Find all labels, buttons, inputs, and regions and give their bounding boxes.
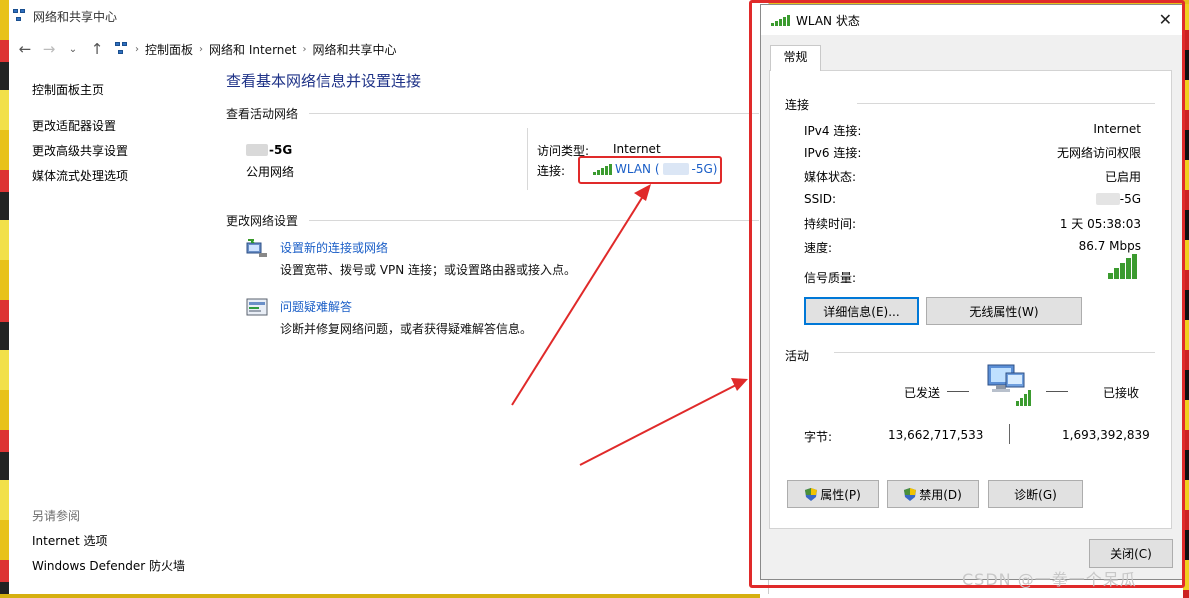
- network-name: -5G: [246, 143, 292, 157]
- access-type-value: Internet: [613, 142, 661, 156]
- sidebar-item-advanced-sharing[interactable]: 更改高级共享设置: [32, 141, 212, 166]
- recent-dropdown-icon[interactable]: ⌄: [63, 44, 83, 55]
- divider: [527, 128, 528, 190]
- network-setup-icon: [246, 239, 267, 257]
- breadcrumb-network-internet[interactable]: 网络和 Internet: [209, 41, 296, 58]
- redacted-ssid: [246, 144, 268, 156]
- watermark: CSDN @一拳一个呆瓜: [962, 570, 1137, 589]
- troubleshoot-icon: [246, 298, 268, 316]
- network-center-icon: [13, 9, 27, 23]
- breadcrumb-separator-icon: ›: [135, 43, 139, 55]
- troubleshoot-desc: 诊断并修复网络问题，或者获得疑难解答信息。: [280, 322, 533, 336]
- breadcrumb-network-sharing-center[interactable]: 网络和共享中心: [312, 41, 396, 58]
- back-arrow-icon[interactable]: ←: [15, 40, 35, 58]
- troubleshoot-link[interactable]: 问题疑难解答: [280, 298, 352, 315]
- sidebar-item-control-panel-home[interactable]: 控制面板主页: [32, 80, 212, 105]
- annotation-dialog-box: [749, 0, 1185, 588]
- breadcrumb-separator-icon: ›: [302, 43, 307, 55]
- breadcrumb-separator-icon: ›: [199, 43, 204, 55]
- see-also-internet-options[interactable]: Internet 选项: [32, 531, 185, 556]
- connection-label: 连接:: [537, 164, 566, 178]
- breadcrumb: › 控制面板 › 网络和 Internet › 网络和共享中心: [115, 41, 397, 58]
- see-also-firewall[interactable]: Windows Defender 防火墙: [32, 556, 185, 581]
- see-also-section: 另请参阅 Internet 选项 Windows Defender 防火墙: [32, 506, 185, 581]
- change-settings-header: 更改网络设置: [226, 214, 299, 228]
- setup-new-connection-link[interactable]: 设置新的连接或网络: [280, 239, 388, 256]
- forward-arrow-icon[interactable]: →: [39, 40, 59, 58]
- page-title: 查看基本网络信息并设置连接: [226, 72, 422, 90]
- tab-general[interactable]: 常规: [770, 45, 821, 71]
- sidebar-item-media-streaming[interactable]: 媒体流式处理选项: [32, 166, 212, 191]
- control-panel-icon: [115, 42, 129, 56]
- annotation-highlight-box: [578, 156, 722, 184]
- sidebar: 控制面板主页 更改适配器设置 更改高级共享设置 媒体流式处理选项: [32, 80, 212, 191]
- up-arrow-icon[interactable]: ↑: [87, 40, 107, 58]
- setup-new-connection-desc: 设置宽带、拨号或 VPN 连接；或设置路由器或接入点。: [280, 263, 577, 277]
- network-sharing-center-window: 网络和共享中心 ← → ⌄ ↑ › 控制面板 › 网络和 Internet › …: [9, 0, 769, 594]
- divider: [309, 220, 759, 221]
- sidebar-item-adapter-settings[interactable]: 更改适配器设置: [32, 116, 212, 141]
- desktop-background: [0, 0, 9, 598]
- desktop-background-bottom: [0, 594, 760, 598]
- active-networks-header: 查看活动网络: [226, 107, 299, 121]
- see-also-header: 另请参阅: [32, 509, 81, 523]
- navigation-bar: ← → ⌄ ↑ › 控制面板 › 网络和 Internet › 网络和共享中心: [9, 36, 768, 62]
- breadcrumb-control-panel[interactable]: 控制面板: [145, 41, 193, 58]
- window-title: 网络和共享中心: [33, 9, 118, 24]
- network-type: 公用网络: [246, 165, 295, 179]
- window-titlebar: 网络和共享中心: [9, 0, 768, 32]
- divider: [309, 113, 759, 114]
